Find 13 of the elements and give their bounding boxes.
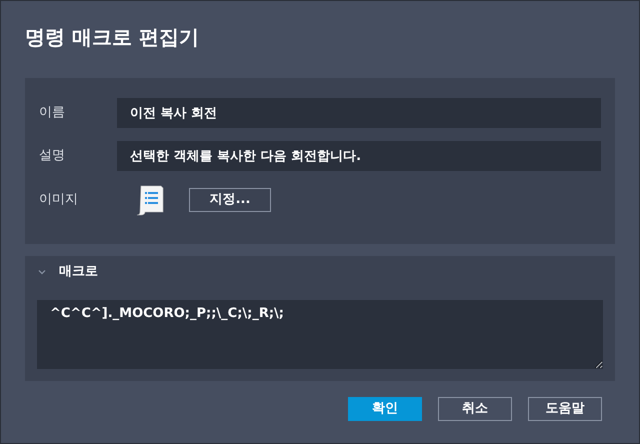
field-label: 이미지 [39,191,79,210]
window-title: 명령 매크로 편집기 [25,24,200,50]
scroll-list-icon [135,184,165,216]
macro-text-area[interactable]: ^C^C^]._MOCORO;_P;;\_C;\;_R;\; [37,300,603,369]
section-title: 매크로 [59,263,98,282]
field-label: 설명 [39,147,66,166]
text-field[interactable]: 선택한 객체를 복사한 다음 회전합니다. [117,141,601,171]
assign-button[interactable]: 지정... [189,188,271,212]
dialog-button[interactable]: 도움말 [528,397,602,421]
dialog-button[interactable]: 취소 [438,397,512,421]
field-label: 이름 [39,104,66,122]
text-field[interactable]: 이전 복사 회전 [117,98,601,128]
chevron-icon[interactable] [37,267,47,277]
